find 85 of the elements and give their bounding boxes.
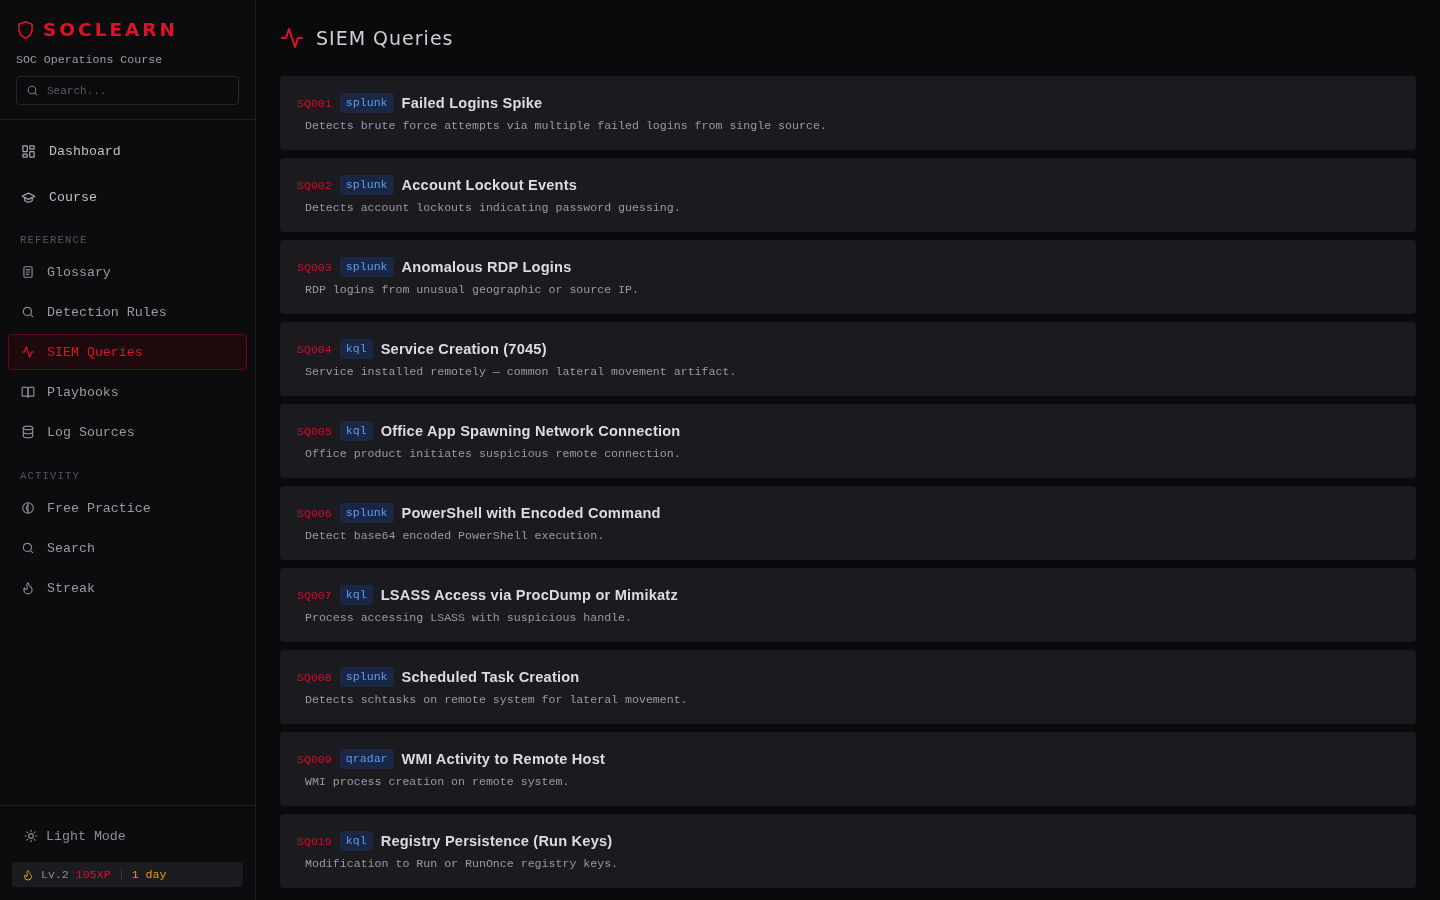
search-icon bbox=[21, 541, 35, 555]
level-text: Lv.2 bbox=[41, 868, 69, 881]
query-id: SQ008 bbox=[297, 670, 332, 684]
nav-item[interactable]: Streak bbox=[8, 570, 247, 606]
graduation-cap-icon bbox=[21, 189, 36, 205]
query-id: SQ010 bbox=[297, 834, 332, 848]
query-description: Service installed remotely — common lateral movement artifact. bbox=[304, 364, 738, 380]
query-description: Detects brute force attempts via multiple failed logins from single source. bbox=[304, 118, 828, 134]
query-card[interactable]: SQ004 kql Service Creation (7045) Service installed remotely — common lateral movement artifact. bbox=[280, 322, 1416, 396]
query-card[interactable]: SQ009 qradar WMI Activity to Remote Host WMI process creation on remote system. bbox=[280, 732, 1416, 806]
document-icon bbox=[21, 265, 35, 279]
nav-item[interactable]: Course bbox=[8, 176, 247, 218]
query-language-tag: kql bbox=[339, 831, 373, 851]
book-icon bbox=[21, 385, 35, 399]
nav-item[interactable]: Log Sources bbox=[8, 414, 247, 450]
query-title: Registry Persistence (Run Keys) bbox=[380, 833, 613, 849]
flame-icon bbox=[22, 868, 34, 881]
query-card[interactable]: SQ005 kql Office App Spawning Network Connection Office product initiates suspicious remote connection. bbox=[280, 404, 1416, 478]
section-heading: REFERENCE bbox=[20, 233, 89, 248]
query-description: WMI process creation on remote system. bbox=[304, 774, 571, 790]
query-description: Detects account lockouts indicating password guessing. bbox=[304, 200, 682, 216]
nav-item[interactable]: Detection Rules bbox=[8, 294, 247, 330]
query-title: Scheduled Task Creation bbox=[401, 669, 580, 685]
database-icon bbox=[21, 425, 35, 439]
nav-item[interactable]: Search bbox=[8, 530, 247, 566]
nav-item[interactable]: Dashboard bbox=[8, 130, 247, 172]
app-logo: SOCLEARN bbox=[43, 18, 179, 42]
query-id: SQ004 bbox=[297, 342, 332, 356]
query-id: SQ007 bbox=[297, 588, 332, 602]
query-title: PowerShell with Encoded Command bbox=[401, 505, 661, 521]
query-description: Process accessing LSASS with suspicious handle. bbox=[304, 610, 633, 626]
query-title: Office App Spawning Network Connection bbox=[380, 423, 681, 439]
query-title: Failed Logins Spike bbox=[401, 95, 543, 111]
query-title: LSASS Access via ProcDump or Mimikatz bbox=[380, 587, 678, 603]
shield-icon bbox=[18, 21, 33, 39]
query-description: Detect base64 encoded PowerShell execution. bbox=[304, 528, 606, 544]
query-title: Anomalous RDP Logins bbox=[401, 259, 572, 275]
query-description: RDP logins from unusual geographic or source IP. bbox=[304, 282, 640, 298]
pulse-icon bbox=[21, 345, 35, 359]
query-card[interactable]: SQ001 splunk Failed Logins Spike Detects brute force attempts via multiple failed logins from single source. bbox=[280, 76, 1416, 150]
query-language-tag: splunk bbox=[339, 503, 394, 523]
page-title: SIEM Queries bbox=[316, 27, 454, 49]
sun-icon bbox=[24, 829, 38, 843]
nav-item[interactable]: Glossary bbox=[8, 254, 247, 290]
query-id: SQ002 bbox=[297, 178, 332, 192]
section-heading: ACTIVITY bbox=[20, 469, 81, 484]
search-icon bbox=[26, 84, 39, 97]
nav-item[interactable]: Free Practice bbox=[8, 490, 247, 526]
query-language-tag: qradar bbox=[339, 749, 394, 769]
query-title: Account Lockout Events bbox=[401, 177, 578, 193]
query-language-tag: kql bbox=[339, 421, 373, 441]
app-subtitle: SOC Operations Course bbox=[16, 52, 164, 68]
query-description: Detects schtasks on remote system for lateral movement. bbox=[304, 692, 689, 708]
query-language-tag: splunk bbox=[339, 667, 394, 687]
nav-item[interactable]: SIEM Queries bbox=[8, 334, 247, 370]
query-title: WMI Activity to Remote Host bbox=[401, 751, 606, 767]
query-id: SQ003 bbox=[297, 260, 332, 274]
query-language-tag: kql bbox=[339, 339, 373, 359]
query-language-tag: kql bbox=[339, 585, 373, 605]
pulse-icon bbox=[281, 28, 303, 48]
query-language-tag: splunk bbox=[339, 175, 394, 195]
grid-icon bbox=[21, 143, 36, 159]
query-card[interactable]: SQ002 splunk Account Lockout Events Detects account lockouts indicating password guessing. bbox=[280, 158, 1416, 232]
query-id: SQ001 bbox=[297, 96, 332, 110]
query-language-tag: splunk bbox=[339, 93, 394, 113]
search-field[interactable]: Search... bbox=[16, 76, 239, 105]
query-card[interactable]: SQ008 splunk Scheduled Task Creation Detects schtasks on remote system for lateral movement. bbox=[280, 650, 1416, 724]
theme-toggle-button[interactable]: Light Mode bbox=[12, 818, 243, 854]
search-icon bbox=[21, 305, 35, 319]
split-circle-icon bbox=[21, 501, 35, 515]
query-description: Modification to Run or RunOnce registry keys. bbox=[304, 856, 620, 872]
nav-item[interactable]: Playbooks bbox=[8, 374, 247, 410]
query-language-tag: splunk bbox=[339, 257, 394, 277]
query-card[interactable]: SQ007 kql LSASS Access via ProcDump or Mimikatz Process accessing LSASS with suspicious handle. bbox=[280, 568, 1416, 642]
query-title: Service Creation (7045) bbox=[380, 341, 547, 357]
query-card[interactable]: SQ010 kql Registry Persistence (Run Keys) Modification to Run or RunOnce registry keys. bbox=[280, 814, 1416, 888]
query-card[interactable]: SQ006 splunk PowerShell with Encoded Command Detect base64 encoded PowerShell execution. bbox=[280, 486, 1416, 560]
xp-text: 105XP bbox=[75, 868, 111, 881]
query-id: SQ006 bbox=[297, 506, 332, 520]
query-id: SQ005 bbox=[297, 424, 332, 438]
streak-text: 1 day bbox=[131, 868, 167, 881]
query-id: SQ009 bbox=[297, 752, 332, 766]
flame-icon bbox=[21, 581, 35, 595]
query-card[interactable]: SQ003 splunk Anomalous RDP Logins RDP logins from unusual geographic or source IP. bbox=[280, 240, 1416, 314]
query-description: Office product initiates suspicious remote connection. bbox=[304, 446, 682, 462]
